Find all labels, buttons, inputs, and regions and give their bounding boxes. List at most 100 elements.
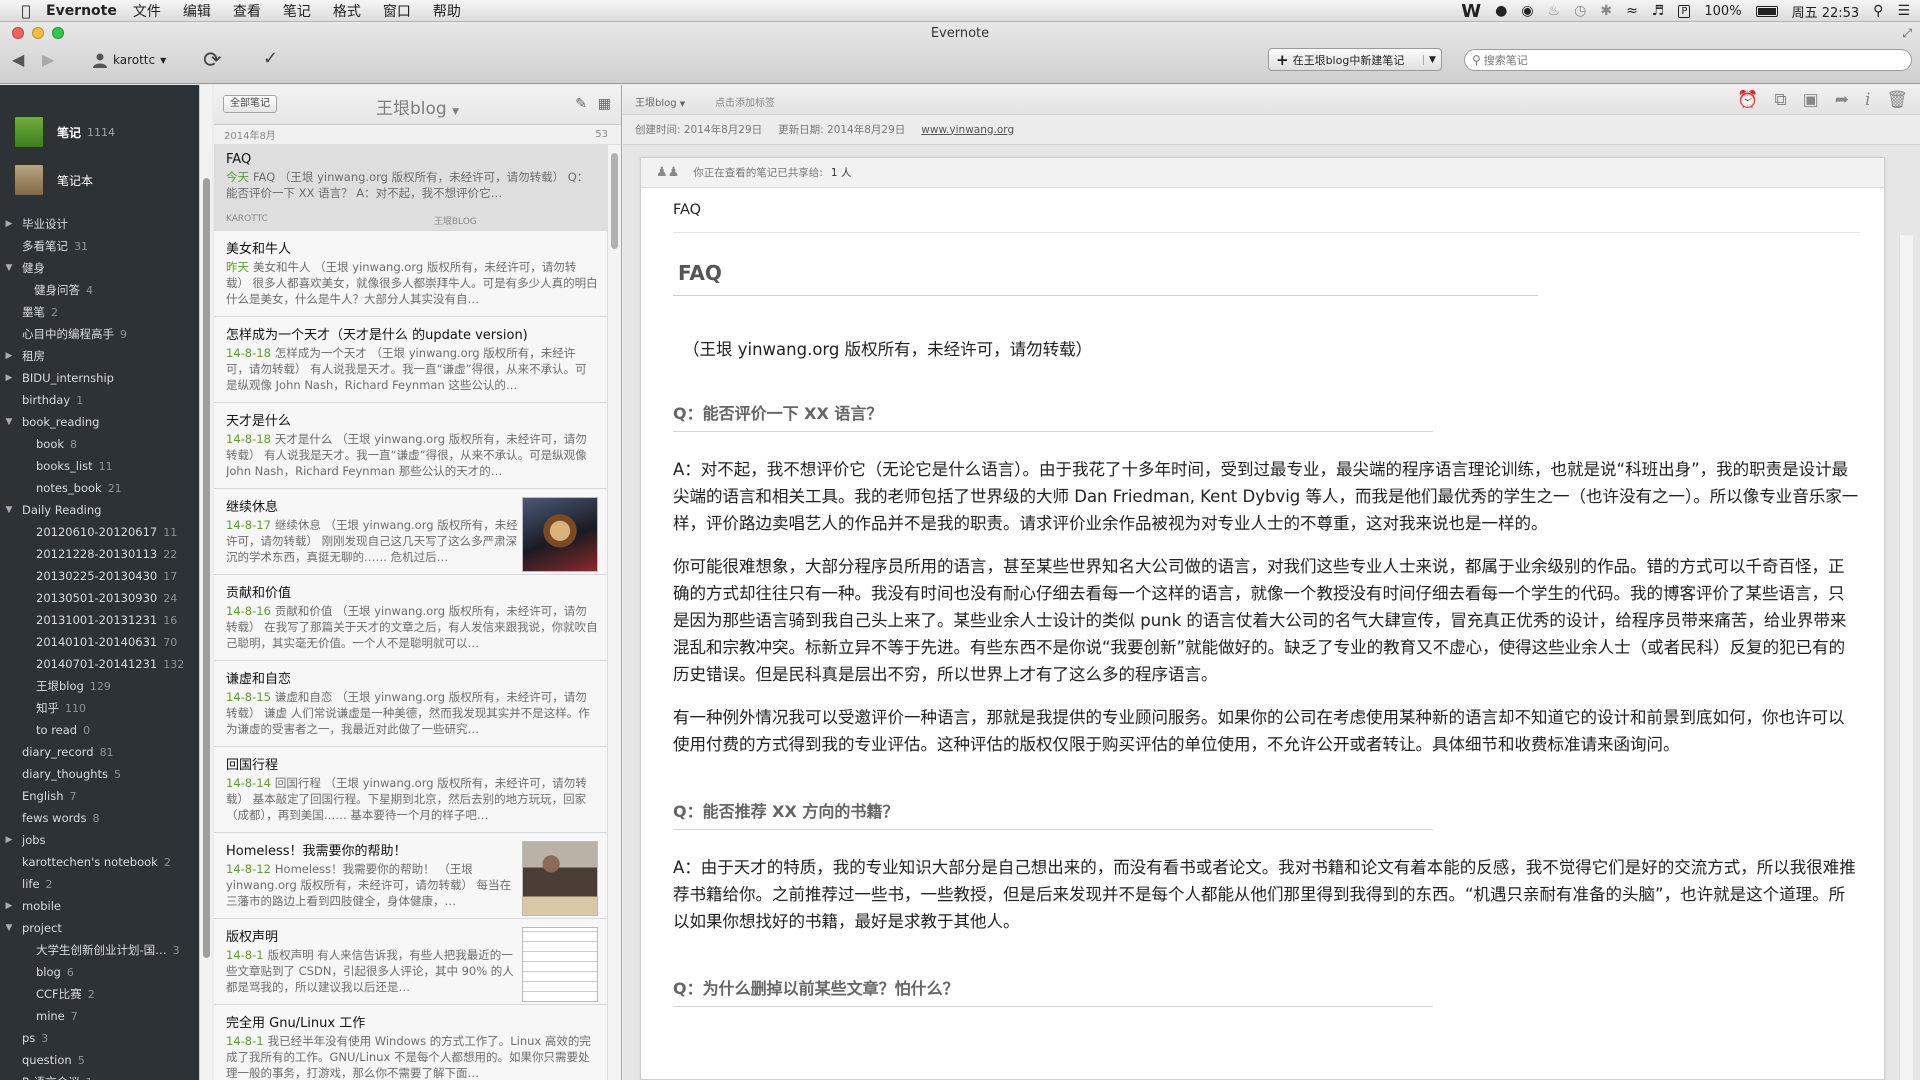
sidebar-notebook-item[interactable]: ▼ Daily Reading [0,499,198,521]
note-list-scroll-thumb[interactable] [611,153,618,249]
sidebar-notebook-item[interactable]: 知乎 110 [0,697,198,719]
note-card[interactable]: 怎样成为一个天才（天才是什么 的update version) 14-8-18 怎样… [214,317,608,403]
new-note-button[interactable]: + 在王垠blog中新建笔记 ▼ [1268,48,1442,71]
note-card[interactable]: 谦虚和自恋 14-8-15 谦虚和自恋 （王垠 yinwang.org 版权所有，未… [214,661,608,747]
disclosure-closed-icon[interactable]: ▶ [4,373,14,383]
sidebar-notebook-item[interactable]: 大学生创新创业计划-国… 3 [0,939,198,961]
editor-notebook-selector[interactable]: 王垠blog ▼ [635,94,685,109]
sidebar-notebook-item[interactable]: books_list 11 [0,455,198,477]
disclosure-open-icon[interactable]: ▼ [4,263,14,273]
edit-notebook-icon[interactable]: ✎ [575,96,587,112]
sidebar-notebook-item[interactable]: 王垠blog 129 [0,675,198,697]
note-title-field[interactable]: FAQ [673,188,1860,233]
sidebar-notebook-item[interactable]: ▶ 租房 [0,345,198,367]
sidebar-scrollbar[interactable] [199,85,212,1080]
add-tag-field[interactable]: 点击添加标签 [715,94,775,109]
disclosure-closed-icon[interactable]: ▶ [4,835,14,845]
bluetooth-icon[interactable]: ✱ [1600,3,1612,19]
sidebar-notebook-item[interactable]: R 语言会议 1 [0,1071,198,1080]
sidebar-notebook-item[interactable]: life 2 [0,873,198,895]
menu-note[interactable]: 笔记 [283,1,311,21]
sidebar-notebook-item[interactable]: 20140101-20140631 70 [0,631,198,653]
note-body[interactable]: FAQ FAQ （王垠 yinwang.org 版权所有，未经许可，请勿转载） … [641,188,1884,1007]
sidebar-notebook-item[interactable]: CCF比赛 2 [0,983,198,1005]
sidebar-notebook-item[interactable]: karottechen's notebook 2 [0,851,198,873]
disclosure-open-icon[interactable]: ▼ [4,923,14,933]
sidebar-notebook-item[interactable]: 20130225-20130430 17 [0,565,198,587]
disclosure-open-icon[interactable]: ▼ [4,505,14,515]
editor-scrollbar[interactable] [1899,235,1913,1080]
search-box[interactable]: ⚲ [1464,49,1912,71]
note-card[interactable]: 完全用 Gnu/Linux 工作 14-8-1 我已经半年没有使用 Windows … [214,1005,608,1080]
sidebar-notebook-item[interactable]: birthday 1 [0,389,198,411]
fullscreen-icon[interactable]: ⤢ [1902,26,1912,41]
spotlight-icon[interactable]: ⚲ [1873,3,1883,19]
shared-count[interactable]: 1 人 [831,165,852,180]
sidebar-notebook-item[interactable]: diary_record 81 [0,741,198,763]
sidebar-notebook-item[interactable]: to read 0 [0,719,198,741]
time-machine-icon[interactable]: ◷ [1574,3,1586,19]
view-options-icon[interactable]: ▦ [598,96,611,112]
sidebar-notebook-item[interactable]: 20140701-20141231 132 [0,653,198,675]
sidebar-notebook-item[interactable]: book 8 [0,433,198,455]
note-card[interactable]: 天才是什么 14-8-18 天才是什么 （王垠 yinwang.org 版权所有，未… [214,403,608,489]
share-icon[interactable]: ➦ [1835,90,1849,110]
sidebar-notebook-item[interactable]: mine 7 [0,1005,198,1027]
account-menu[interactable]: karottc ▼ [92,52,166,68]
back-button[interactable]: ◀ [12,50,24,69]
qq-icon[interactable]: ● [1495,3,1507,19]
search-input[interactable] [1483,53,1884,67]
menu-file[interactable]: 文件 [133,1,161,21]
note-card[interactable]: Homeless！我需要你的帮助！ 14-8-12 Homeless！我需要你的帮助… [214,833,608,919]
sidebar-notebook-item[interactable]: 20121228-20130113 22 [0,543,198,565]
sidebar-notebook-item[interactable]: ▼ 健身 [0,257,198,279]
sync-icon[interactable]: ⟳ [203,48,221,73]
sidebar-notebook-item[interactable]: 20130501-20130930 24 [0,587,198,609]
wifi-icon[interactable]: ≈ [1626,3,1638,19]
menu-edit[interactable]: 编辑 [183,1,211,21]
bell-icon[interactable]: ♨ [1548,3,1561,19]
reminder-icon[interactable]: ⏰ [1737,90,1758,110]
disclosure-closed-icon[interactable]: ▶ [4,901,14,911]
battery-icon[interactable] [1755,5,1778,17]
sidebar-notebook-item[interactable]: 多看笔记 31 [0,235,198,257]
present-icon[interactable]: ▣ [1803,90,1819,110]
note-card[interactable]: 继续休息 14-8-17 继续休息 （王垠 yinwang.org 版权所有，未经许… [214,489,608,575]
editor-scroll-thumb[interactable] [1903,235,1910,1080]
sidebar-notebook-item[interactable]: fews words 8 [0,807,198,829]
sidebar-notebook-item[interactable]: ▶ 毕业设计 [0,213,198,235]
sidebar-notebook-item[interactable]: 墨笔 2 [0,301,198,323]
sidebar-notebook-item[interactable]: 20131001-20131231 16 [0,609,198,631]
sidebar-notebook-item[interactable]: blog 6 [0,961,198,983]
p-icon[interactable]: P [1678,4,1691,18]
notebook-title[interactable]: 王垠blog ▼ [214,94,621,119]
sidebar-notebook-item[interactable]: ▶ BIDU_internship [0,367,198,389]
trash-icon[interactable]: 🗑 [1886,90,1908,110]
info-icon[interactable]: i [1865,90,1870,110]
w-status-icon[interactable]: W [1461,1,1481,22]
note-card[interactable]: FAQ 今天 FAQ （王垠 yinwang.org 版权所有，未经许可，请勿转载）… [214,145,608,231]
note-card[interactable]: 美女和牛人 昨天 美女和牛人 （王垠 yinwang.org 版权所有，未经许可，请… [214,231,608,317]
evernote-status-icon[interactable]: ◉ [1521,3,1533,19]
sidebar-notebook-item[interactable]: 心目中的编程高手 9 [0,323,198,345]
menu-window[interactable]: 窗口 [383,1,411,21]
sidebar-notebook-item[interactable]: 20120610-20120617 11 [0,521,198,543]
sidebar-scroll-thumb[interactable] [203,178,210,958]
note-card[interactable]: 回国行程 14-8-14 回国行程 （王垠 yinwang.org 版权所有，未经许… [214,747,608,833]
work-chat-icon[interactable]: ✓ [263,48,278,69]
clock[interactable]: 周五 22:53 [1792,2,1860,21]
apple-icon[interactable]:  [12,2,40,20]
note-card[interactable]: 版权声明 14-8-1 版权声明 有人来信告诉我，有些人把我最近的一些文章贴到了 C… [214,919,608,1005]
chevron-down-icon[interactable]: ▼ [1423,54,1441,65]
sidebar-notebook-item[interactable]: ▶ mobile [0,895,198,917]
sidebar-notebook-item[interactable]: ▶ jobs [0,829,198,851]
presentation-icon[interactable]: ⧉ [1775,90,1787,110]
sidebar-notebook-item[interactable]: notes_book 21 [0,477,198,499]
sidebar-item-notebooks[interactable]: 笔记本 [0,157,198,203]
source-url-link[interactable]: www.yinwang.org [921,124,1014,136]
volume-icon[interactable]: ♬ [1652,3,1665,19]
sidebar-notebook-item[interactable]: diary_thoughts 5 [0,763,198,785]
disclosure-closed-icon[interactable]: ▶ [4,351,14,361]
note-card[interactable]: 贡献和价值 14-8-16 贡献和价值 （王垠 yinwang.org 版权所有，未… [214,575,608,661]
menu-format[interactable]: 格式 [333,1,361,21]
